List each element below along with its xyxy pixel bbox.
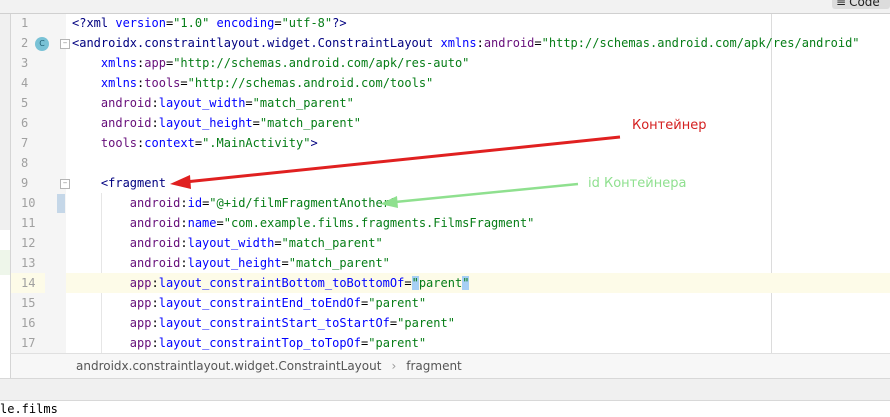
green-arrow — [380, 182, 579, 208]
annotation-arrows — [170, 135, 621, 208]
container-annotation: Контейнер — [632, 118, 707, 133]
red-arrow — [170, 135, 621, 189]
container-id-annotation: id Контейнера — [588, 176, 687, 191]
